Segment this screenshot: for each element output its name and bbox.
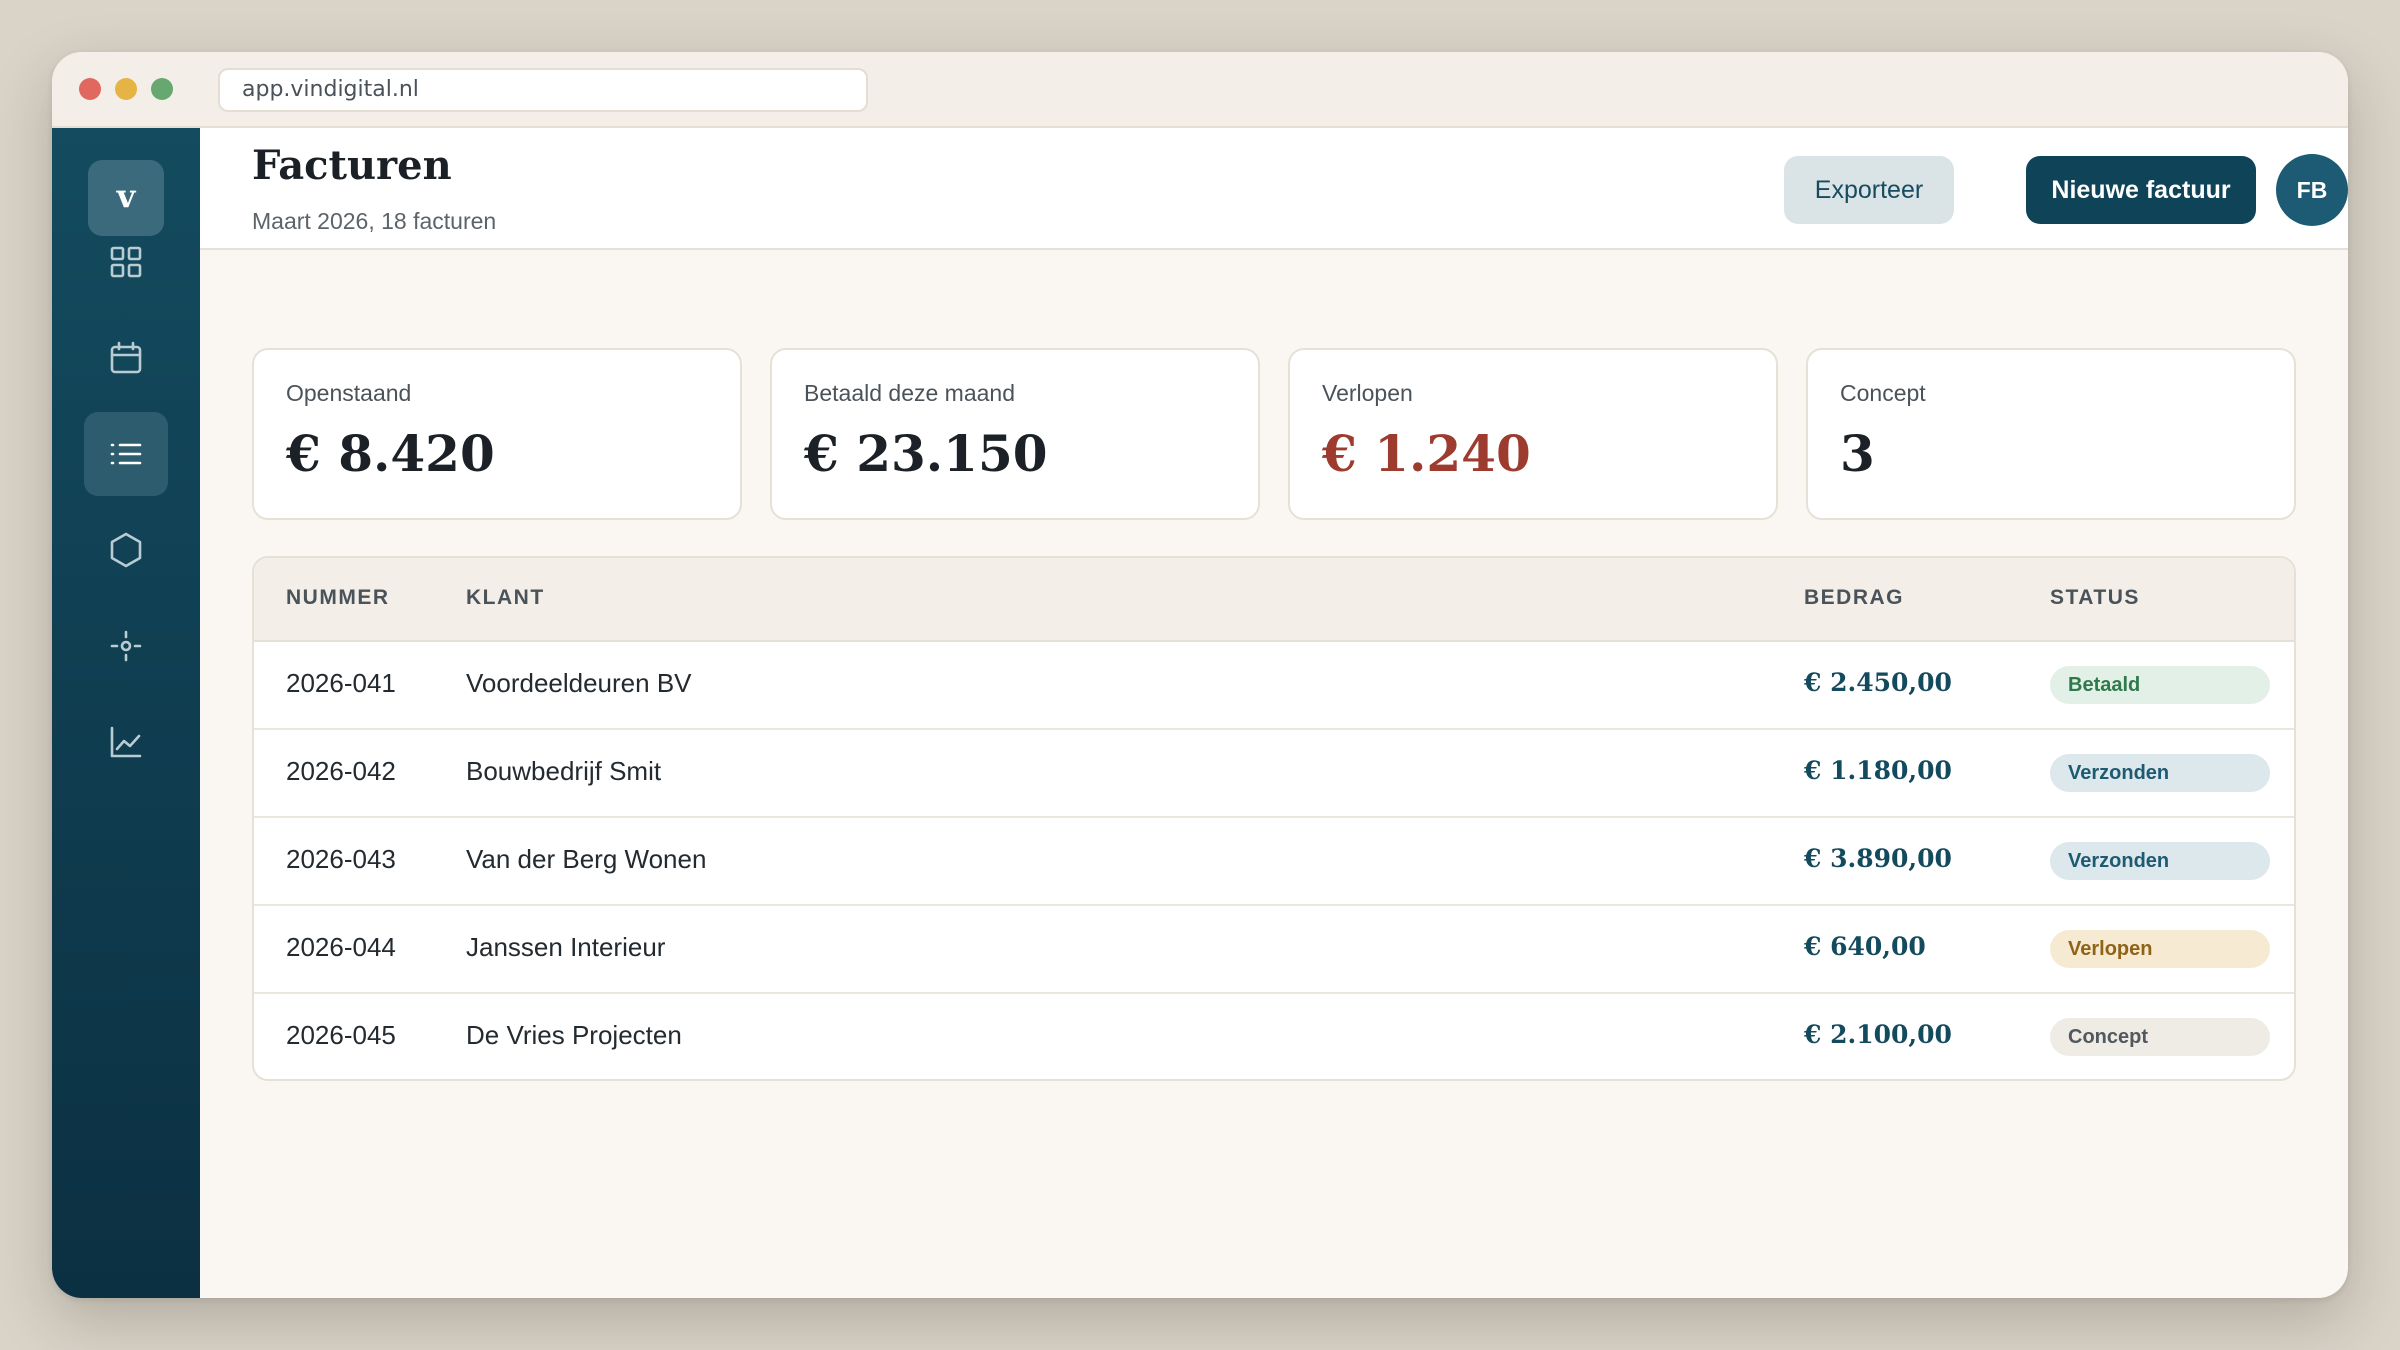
card-verlopen[interactable]: Verlopen € 1.240 — [1288, 348, 1778, 520]
list-icon — [110, 443, 142, 465]
sidebar-item-settings[interactable] — [84, 604, 168, 688]
invoice-client: Bouwbedrijf Smit — [466, 756, 662, 786]
sidebar-item-reports[interactable] — [84, 700, 168, 784]
invoice-table: NUMMER KLANT BEDRAG STATUS 2026-041 Voor… — [252, 556, 2296, 1081]
card-value: € 1.240 — [1322, 424, 1531, 483]
card-betaald[interactable]: Betaald deze maand € 23.150 — [770, 348, 1260, 520]
column-header-status[interactable]: STATUS — [2050, 586, 2140, 610]
table-header: NUMMER KLANT BEDRAG STATUS — [254, 558, 2294, 642]
status-badge: Verzonden — [2050, 842, 2270, 880]
invoice-amount: € 640,00 — [1804, 932, 1926, 961]
minimize-window-button[interactable] — [115, 78, 137, 100]
close-window-button[interactable] — [79, 78, 101, 100]
main-content: Facturen Maart 2026, 18 facturen Exporte… — [200, 128, 2348, 1298]
card-value: € 23.150 — [804, 424, 1048, 483]
card-value: € 8.420 — [286, 424, 495, 483]
address-bar[interactable]: app.vindigital.nl — [218, 68, 868, 112]
status-badge: Verzonden — [2050, 754, 2270, 792]
invoice-number: 2026-045 — [286, 1020, 396, 1050]
sidebar-item-products[interactable] — [84, 508, 168, 592]
new-invoice-button[interactable]: Nieuwe factuur — [2026, 156, 2256, 224]
sidebar-item-calendar[interactable] — [84, 316, 168, 400]
export-button[interactable]: Exporteer — [1784, 156, 1954, 224]
invoice-client: Voordeeldeuren BV — [466, 668, 692, 698]
page-subtitle: Maart 2026, 18 facturen — [252, 208, 497, 234]
title-bar: app.vindigital.nl — [52, 52, 2348, 128]
calendar-icon — [110, 341, 142, 374]
invoice-amount: € 3.890,00 — [1804, 844, 1952, 873]
invoice-number: 2026-041 — [286, 668, 396, 698]
table-row[interactable]: 2026-045 De Vries Projecten € 2.100,00 C… — [254, 994, 2294, 1079]
card-label: Openstaand — [286, 380, 412, 406]
maximize-window-button[interactable] — [151, 78, 173, 100]
grid-icon — [110, 246, 142, 278]
card-openstaand[interactable]: Openstaand € 8.420 — [252, 348, 742, 520]
invoice-amount: € 2.100,00 — [1804, 1020, 1952, 1049]
card-concept[interactable]: Concept 3 — [1806, 348, 2296, 520]
invoice-number: 2026-042 — [286, 756, 396, 786]
status-badge: Concept — [2050, 1018, 2270, 1056]
invoice-number: 2026-044 — [286, 932, 396, 962]
invoice-number: 2026-043 — [286, 844, 396, 874]
invoice-client: De Vries Projecten — [466, 1020, 682, 1050]
status-badge: Betaald — [2050, 666, 2270, 704]
invoice-client: Janssen Interieur — [466, 932, 666, 962]
target-icon — [110, 630, 142, 662]
column-header-bedrag[interactable]: BEDRAG — [1804, 586, 1904, 610]
card-value: 3 — [1840, 424, 1875, 483]
card-label: Concept — [1840, 380, 1926, 406]
table-row[interactable]: 2026-041 Voordeeldeuren BV € 2.450,00 Be… — [254, 642, 2294, 730]
user-avatar[interactable]: FB — [2276, 154, 2348, 226]
page-header: Facturen Maart 2026, 18 facturen Exporte… — [200, 128, 2348, 250]
table-row[interactable]: 2026-044 Janssen Interieur € 640,00 Verl… — [254, 906, 2294, 994]
sidebar-item-invoices[interactable] — [84, 412, 168, 496]
browser-window: app.vindigital.nl v Facturen Maart 2026,… — [52, 52, 2348, 1298]
invoice-client: Van der Berg Wonen — [466, 844, 707, 874]
column-header-klant[interactable]: KLANT — [466, 586, 545, 610]
page-title: Facturen — [252, 142, 452, 189]
chart-line-icon — [110, 726, 142, 758]
hexagon-icon — [110, 532, 142, 568]
sidebar-item-dashboard[interactable] — [84, 220, 168, 304]
sidebar: v — [52, 128, 200, 1298]
card-label: Verlopen — [1322, 380, 1413, 406]
status-badge: Verlopen — [2050, 930, 2270, 968]
table-row[interactable]: 2026-042 Bouwbedrijf Smit € 1.180,00 Ver… — [254, 730, 2294, 818]
invoice-amount: € 2.450,00 — [1804, 668, 1952, 697]
invoice-amount: € 1.180,00 — [1804, 756, 1952, 785]
column-header-nummer[interactable]: NUMMER — [286, 586, 390, 610]
card-label: Betaald deze maand — [804, 380, 1015, 406]
table-row[interactable]: 2026-043 Van der Berg Wonen € 3.890,00 V… — [254, 818, 2294, 906]
